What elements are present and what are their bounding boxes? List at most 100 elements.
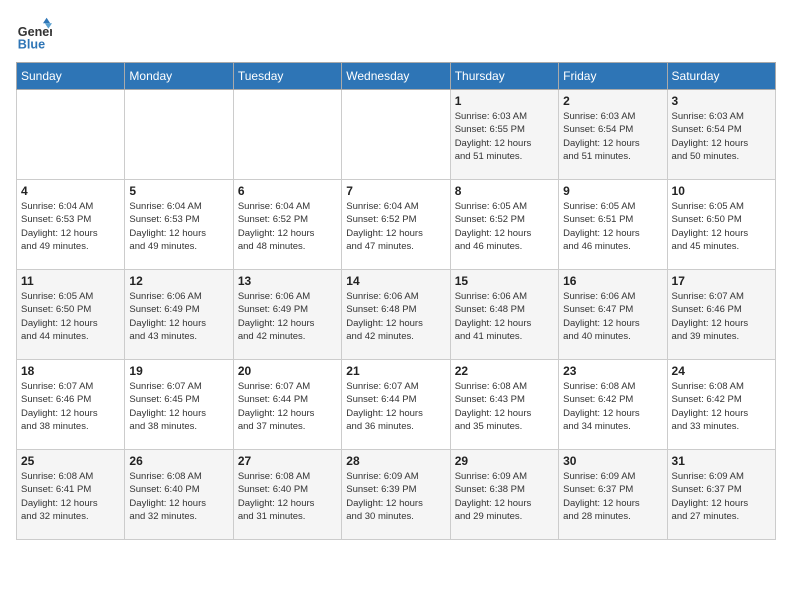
day-number: 11	[21, 274, 120, 288]
day-info: Sunrise: 6:05 AM Sunset: 6:51 PM Dayligh…	[563, 200, 662, 253]
week-row-2: 4 Sunrise: 6:04 AM Sunset: 6:53 PM Daylig…	[17, 180, 776, 270]
calendar-cell	[17, 90, 125, 180]
logo-icon: General Blue	[16, 16, 52, 52]
day-info: Sunrise: 6:09 AM Sunset: 6:37 PM Dayligh…	[563, 470, 662, 523]
day-info: Sunrise: 6:04 AM Sunset: 6:52 PM Dayligh…	[346, 200, 445, 253]
calendar-cell: 18Sunrise: 6:07 AM Sunset: 6:46 PM Dayli…	[17, 360, 125, 450]
day-header-saturday: Saturday	[667, 63, 775, 90]
day-info: Sunrise: 6:03 AM Sunset: 6:54 PM Dayligh…	[563, 110, 662, 163]
calendar-cell: 31 Sunrise: 6:09 AM Sunset: 6:37 PM Dayli…	[667, 450, 775, 540]
day-number: 21	[346, 364, 445, 378]
calendar-cell: 3Sunrise: 6:03 AM Sunset: 6:54 PM Daylig…	[667, 90, 775, 180]
calendar-cell: 24 Sunrise: 6:08 AM Sunset: 6:42 PM Dayli…	[667, 360, 775, 450]
calendar-cell: 26 Sunrise: 6:08 AM Sunset: 6:40 PM Dayli…	[125, 450, 233, 540]
day-header-tuesday: Tuesday	[233, 63, 341, 90]
day-header-thursday: Thursday	[450, 63, 558, 90]
calendar-cell: 9 Sunrise: 6:05 AM Sunset: 6:51 PM Daylig…	[559, 180, 667, 270]
day-info: Sunrise: 6:09 AM Sunset: 6:38 PM Dayligh…	[455, 470, 554, 523]
day-number: 28	[346, 454, 445, 468]
calendar-cell	[125, 90, 233, 180]
day-number: 25	[21, 454, 120, 468]
page-header: General Blue	[16, 16, 776, 52]
day-number: 7	[346, 184, 445, 198]
day-info: Sunrise: 6:08 AM Sunset: 6:43 PM Dayligh…	[455, 380, 554, 433]
day-info: Sunrise: 6:04 AM Sunset: 6:53 PM Dayligh…	[129, 200, 228, 253]
day-info: Sunrise: 6:07 AM Sunset: 6:44 PM Dayligh…	[346, 380, 445, 433]
calendar-cell: 30Sunrise: 6:09 AM Sunset: 6:37 PM Dayli…	[559, 450, 667, 540]
day-info: Sunrise: 6:05 AM Sunset: 6:50 PM Dayligh…	[672, 200, 771, 253]
calendar-cell: 19Sunrise: 6:07 AM Sunset: 6:45 PM Dayli…	[125, 360, 233, 450]
day-number: 9	[563, 184, 662, 198]
day-info: Sunrise: 6:08 AM Sunset: 6:42 PM Dayligh…	[563, 380, 662, 433]
day-info: Sunrise: 6:08 AM Sunset: 6:42 PM Dayligh…	[672, 380, 771, 433]
calendar-cell: 29 Sunrise: 6:09 AM Sunset: 6:38 PM Dayli…	[450, 450, 558, 540]
day-number: 1	[455, 94, 554, 108]
day-info: Sunrise: 6:04 AM Sunset: 6:53 PM Dayligh…	[21, 200, 120, 253]
day-number: 26	[129, 454, 228, 468]
day-info: Sunrise: 6:08 AM Sunset: 6:41 PM Dayligh…	[21, 470, 120, 523]
day-number: 15	[455, 274, 554, 288]
day-number: 22	[455, 364, 554, 378]
day-info: Sunrise: 6:08 AM Sunset: 6:40 PM Dayligh…	[129, 470, 228, 523]
calendar-cell: 2 Sunrise: 6:03 AM Sunset: 6:54 PM Daylig…	[559, 90, 667, 180]
day-info: Sunrise: 6:06 AM Sunset: 6:48 PM Dayligh…	[455, 290, 554, 343]
day-info: Sunrise: 6:05 AM Sunset: 6:50 PM Dayligh…	[21, 290, 120, 343]
day-number: 5	[129, 184, 228, 198]
day-number: 4	[21, 184, 120, 198]
calendar-cell: 27Sunrise: 6:08 AM Sunset: 6:40 PM Dayli…	[233, 450, 341, 540]
day-number: 18	[21, 364, 120, 378]
calendar-cell: 14 Sunrise: 6:06 AM Sunset: 6:48 PM Dayli…	[342, 270, 450, 360]
day-number: 8	[455, 184, 554, 198]
calendar-cell: 22 Sunrise: 6:08 AM Sunset: 6:43 PM Dayli…	[450, 360, 558, 450]
calendar-cell: 7 Sunrise: 6:04 AM Sunset: 6:52 PM Daylig…	[342, 180, 450, 270]
calendar-cell: 15 Sunrise: 6:06 AM Sunset: 6:48 PM Dayli…	[450, 270, 558, 360]
calendar-cell: 16 Sunrise: 6:06 AM Sunset: 6:47 PM Dayli…	[559, 270, 667, 360]
calendar-cell: 8 Sunrise: 6:05 AM Sunset: 6:52 PM Daylig…	[450, 180, 558, 270]
day-number: 27	[238, 454, 337, 468]
logo: General Blue	[16, 16, 58, 52]
day-info: Sunrise: 6:06 AM Sunset: 6:47 PM Dayligh…	[563, 290, 662, 343]
day-number: 10	[672, 184, 771, 198]
week-row-3: 11 Sunrise: 6:05 AM Sunset: 6:50 PM Dayli…	[17, 270, 776, 360]
day-info: Sunrise: 6:04 AM Sunset: 6:52 PM Dayligh…	[238, 200, 337, 253]
calendar-cell: 25 Sunrise: 6:08 AM Sunset: 6:41 PM Dayli…	[17, 450, 125, 540]
day-info: Sunrise: 6:09 AM Sunset: 6:39 PM Dayligh…	[346, 470, 445, 523]
day-info: Sunrise: 6:06 AM Sunset: 6:48 PM Dayligh…	[346, 290, 445, 343]
day-number: 13	[238, 274, 337, 288]
day-number: 6	[238, 184, 337, 198]
calendar-cell: 5 Sunrise: 6:04 AM Sunset: 6:53 PM Daylig…	[125, 180, 233, 270]
day-info: Sunrise: 6:07 AM Sunset: 6:44 PM Dayligh…	[238, 380, 337, 433]
day-info: Sunrise: 6:03 AM Sunset: 6:54 PM Dayligh…	[672, 110, 771, 163]
day-info: Sunrise: 6:09 AM Sunset: 6:37 PM Dayligh…	[672, 470, 771, 523]
week-row-4: 18Sunrise: 6:07 AM Sunset: 6:46 PM Dayli…	[17, 360, 776, 450]
day-info: Sunrise: 6:06 AM Sunset: 6:49 PM Dayligh…	[129, 290, 228, 343]
calendar-cell: 12 Sunrise: 6:06 AM Sunset: 6:49 PM Dayli…	[125, 270, 233, 360]
day-info: Sunrise: 6:07 AM Sunset: 6:45 PM Dayligh…	[129, 380, 228, 433]
calendar-table: SundayMondayTuesdayWednesdayThursdayFrid…	[16, 62, 776, 540]
day-number: 14	[346, 274, 445, 288]
week-row-1: 1Sunrise: 6:03 AM Sunset: 6:55 PM Daylig…	[17, 90, 776, 180]
day-number: 16	[563, 274, 662, 288]
day-header-friday: Friday	[559, 63, 667, 90]
day-number: 12	[129, 274, 228, 288]
calendar-cell: 6 Sunrise: 6:04 AM Sunset: 6:52 PM Daylig…	[233, 180, 341, 270]
calendar-cell	[342, 90, 450, 180]
day-number: 31	[672, 454, 771, 468]
day-number: 20	[238, 364, 337, 378]
calendar-cell: 10 Sunrise: 6:05 AM Sunset: 6:50 PM Dayli…	[667, 180, 775, 270]
calendar-cell: 11 Sunrise: 6:05 AM Sunset: 6:50 PM Dayli…	[17, 270, 125, 360]
day-number: 23	[563, 364, 662, 378]
day-info: Sunrise: 6:05 AM Sunset: 6:52 PM Dayligh…	[455, 200, 554, 253]
calendar-cell: 13Sunrise: 6:06 AM Sunset: 6:49 PM Dayli…	[233, 270, 341, 360]
calendar-cell: 1Sunrise: 6:03 AM Sunset: 6:55 PM Daylig…	[450, 90, 558, 180]
svg-text:Blue: Blue	[18, 37, 45, 51]
day-number: 29	[455, 454, 554, 468]
day-info: Sunrise: 6:07 AM Sunset: 6:46 PM Dayligh…	[672, 290, 771, 343]
calendar-cell: 21 Sunrise: 6:07 AM Sunset: 6:44 PM Dayli…	[342, 360, 450, 450]
calendar-cell	[233, 90, 341, 180]
day-number: 24	[672, 364, 771, 378]
day-number: 2	[563, 94, 662, 108]
week-row-5: 25 Sunrise: 6:08 AM Sunset: 6:41 PM Dayli…	[17, 450, 776, 540]
day-header-sunday: Sunday	[17, 63, 125, 90]
calendar-cell: 28 Sunrise: 6:09 AM Sunset: 6:39 PM Dayli…	[342, 450, 450, 540]
